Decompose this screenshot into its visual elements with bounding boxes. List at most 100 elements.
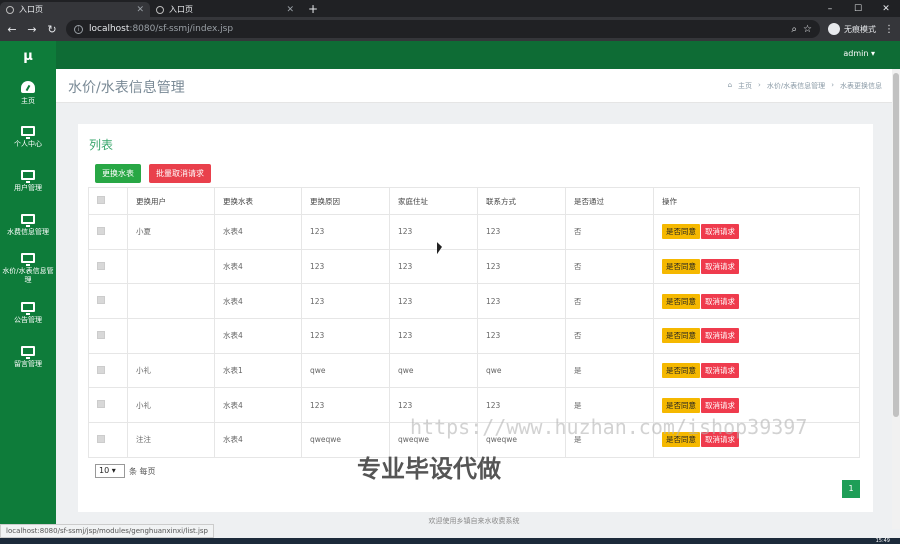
cell-reason: 123 xyxy=(301,248,390,285)
cancel-request-button[interactable]: 取消请求 xyxy=(701,224,739,240)
sidebar-item-label: 主页 xyxy=(21,96,35,105)
sidebar-item-label: 水费信息管理 xyxy=(7,227,49,236)
top-navbar: admin ▾ xyxy=(56,41,900,69)
menu-dots-icon[interactable]: ⋮ xyxy=(884,24,894,35)
reload-icon[interactable]: ↻ xyxy=(46,23,58,36)
close-tab-icon[interactable]: ✕ xyxy=(136,5,144,15)
sidebar-item-notices[interactable]: 公告管理 xyxy=(0,291,56,335)
row-checkbox[interactable] xyxy=(97,400,105,409)
cell-address: 123 xyxy=(389,248,478,285)
cell-address: 123 xyxy=(389,214,478,250)
breadcrumb-home[interactable]: 主页 xyxy=(738,81,752,91)
cancel-request-button[interactable]: 取消请求 xyxy=(701,259,739,275)
cell-contact: qwe xyxy=(477,352,566,389)
monitor-icon xyxy=(21,169,35,183)
row-checkbox[interactable] xyxy=(97,434,105,443)
browser-tab-1[interactable]: 入口页 ✕ xyxy=(0,2,150,17)
monitor-icon xyxy=(21,345,35,359)
forward-icon[interactable]: → xyxy=(26,23,38,36)
row-checkbox[interactable] xyxy=(97,330,105,339)
col-meter[interactable]: 更换水表 xyxy=(214,187,302,215)
cell-reason: 123 xyxy=(301,214,390,250)
cell-actions: 是否同意 取消请求 xyxy=(653,352,860,389)
agree-button[interactable]: 是否同意 xyxy=(662,293,700,309)
user-menu[interactable]: admin ▾ xyxy=(843,49,875,58)
cell-meter: 水表4 xyxy=(214,422,302,458)
agree-button[interactable]: 是否同意 xyxy=(662,363,700,379)
cell-actions: 是否同意 取消请求 xyxy=(653,283,860,320)
row-select-cell xyxy=(88,248,128,285)
select-all-checkbox[interactable] xyxy=(97,196,105,204)
col-address[interactable]: 家庭住址 xyxy=(389,187,478,215)
page-size-select[interactable]: 10 ▾ xyxy=(95,464,125,478)
browser-tab-2[interactable]: 入口页 ✕ xyxy=(150,2,300,17)
change-meter-button[interactable]: 更换水表 xyxy=(95,164,141,183)
table-row: 水表4 123 123 123 否是否同意 取消请求 xyxy=(88,283,860,320)
new-tab-icon[interactable]: + xyxy=(300,2,326,17)
table-row: 水表4 123 123 123 否是否同意 取消请求 xyxy=(88,248,860,285)
row-checkbox[interactable] xyxy=(97,226,105,235)
close-tab-icon[interactable]: ✕ xyxy=(286,5,294,15)
sidebar-item-water-fee[interactable]: 水费信息管理 xyxy=(0,203,56,247)
scrollbar-thumb[interactable] xyxy=(893,73,899,417)
tab-title: 入口页 xyxy=(169,5,193,14)
row-checkbox[interactable] xyxy=(97,296,105,305)
cell-contact: 123 xyxy=(477,283,566,320)
zoom-icon[interactable]: ⌕ xyxy=(791,24,797,35)
brand-logo[interactable]: μ xyxy=(0,41,56,71)
agree-button[interactable]: 是否同意 xyxy=(662,328,700,344)
col-approved[interactable]: 是否通过 xyxy=(565,187,654,215)
cell-meter: 水表1 xyxy=(214,352,302,389)
col-reason[interactable]: 更换原因 xyxy=(301,187,390,215)
col-user[interactable]: 更换用户 xyxy=(127,187,215,215)
close-window-icon[interactable]: ✕ xyxy=(872,4,900,14)
cell-reason: qwe xyxy=(301,352,390,389)
cell-contact: 123 xyxy=(477,214,566,250)
window-controls: – ☐ ✕ xyxy=(816,0,900,17)
watermark-text: 专业毕设代做 xyxy=(357,455,501,483)
sidebar-item-users[interactable]: 用户管理 xyxy=(0,159,56,203)
sidebar-item-home[interactable]: 主页 xyxy=(0,71,56,115)
sidebar-item-profile[interactable]: 个人中心 xyxy=(0,115,56,159)
page-button-1[interactable]: 1 xyxy=(842,480,860,498)
incognito-indicator[interactable]: 无痕模式 xyxy=(828,23,876,35)
agree-button[interactable]: 是否同意 xyxy=(662,259,700,275)
sidebar-item-label: 留言管理 xyxy=(14,359,42,368)
cancel-request-button[interactable]: 取消请求 xyxy=(701,397,739,413)
back-icon[interactable]: ← xyxy=(6,23,18,36)
cell-user: 小礼 xyxy=(127,387,215,424)
browser-toolbar: ← → ↻ i localhost:8080/sf-ssmj/index.jsp… xyxy=(0,17,900,41)
cell-user xyxy=(127,248,215,285)
breadcrumb-section[interactable]: 水价/水表信息管理 xyxy=(767,81,825,91)
cell-actions: 是否同意 取消请求 xyxy=(653,248,860,285)
url-host: localhost xyxy=(89,24,130,34)
agree-button[interactable]: 是否同意 xyxy=(662,397,700,413)
cell-meter: 水表4 xyxy=(214,387,302,424)
cell-meter: 水表4 xyxy=(214,283,302,320)
row-checkbox[interactable] xyxy=(97,365,105,374)
chevron-right-icon: › xyxy=(831,81,834,89)
row-select-cell xyxy=(88,283,128,320)
row-select-cell xyxy=(88,214,128,250)
status-bar-url: localhost:8080/sf-ssmj/jsp/modules/gengh… xyxy=(0,524,214,538)
taskbar-clock: 15:49 xyxy=(875,538,890,544)
sidebar-item-messages[interactable]: 留言管理 xyxy=(0,335,56,379)
address-bar[interactable]: i localhost:8080/sf-ssmj/index.jsp ⌕ ☆ xyxy=(66,20,820,38)
info-icon[interactable]: i xyxy=(74,24,83,34)
cancel-request-button[interactable]: 取消请求 xyxy=(701,293,739,309)
row-checkbox[interactable] xyxy=(97,261,105,270)
cancel-request-button[interactable]: 取消请求 xyxy=(701,328,739,344)
dashboard-icon xyxy=(21,80,35,93)
agree-button[interactable]: 是否同意 xyxy=(662,224,700,240)
sidebar-item-meter[interactable]: 水价/水表信息管理 xyxy=(0,247,56,291)
cell-meter: 水表4 xyxy=(214,214,302,250)
maximize-icon[interactable]: ☐ xyxy=(844,4,872,14)
bookmark-star-icon[interactable]: ☆ xyxy=(803,24,812,35)
per-page-label: 条 每页 xyxy=(129,466,156,476)
col-contact[interactable]: 联系方式 xyxy=(477,187,566,215)
batch-cancel-button[interactable]: 批量取消请求 xyxy=(149,164,211,183)
minimize-icon[interactable]: – xyxy=(816,4,844,14)
sidebar-item-label: 用户管理 xyxy=(14,183,42,192)
cancel-request-button[interactable]: 取消请求 xyxy=(701,363,739,379)
page-scrollbar[interactable] xyxy=(892,69,900,529)
